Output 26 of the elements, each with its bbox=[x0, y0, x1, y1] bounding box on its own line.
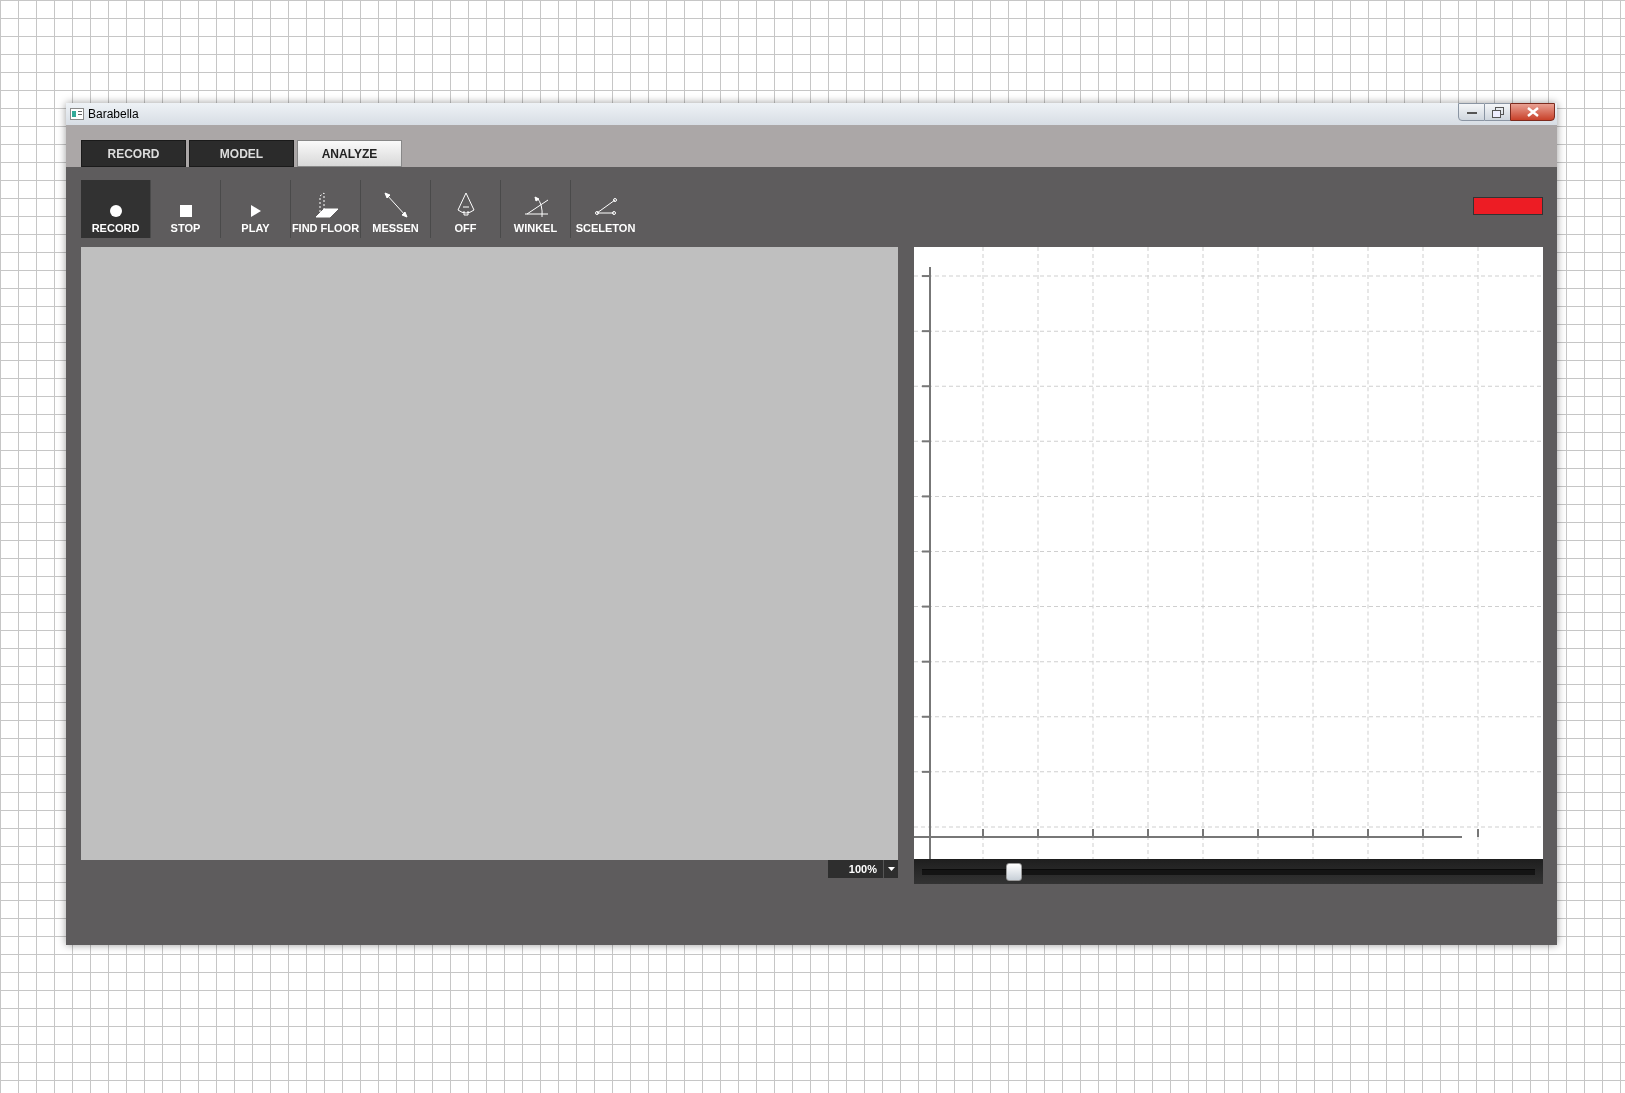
app-icon bbox=[70, 108, 84, 120]
toolbar-button[interactable]: SCELETON bbox=[571, 180, 640, 238]
zoom-dropdown[interactable]: 100% bbox=[828, 860, 898, 878]
tab[interactable]: RECORD bbox=[81, 140, 186, 167]
caret-icon bbox=[887, 867, 895, 871]
toolbar-button[interactable]: MESSEN bbox=[361, 180, 430, 238]
toolbar-button[interactable]: OFF bbox=[431, 180, 500, 238]
toolbar-button[interactable]: WINKEL bbox=[501, 180, 570, 238]
stop-icon bbox=[179, 204, 192, 217]
window-title: Barabella bbox=[88, 106, 139, 123]
play-icon bbox=[250, 204, 261, 217]
minimize-button[interactable] bbox=[1458, 103, 1485, 121]
maximize-button[interactable] bbox=[1485, 103, 1510, 121]
tab[interactable]: MODEL bbox=[189, 140, 294, 167]
minimize-icon bbox=[1466, 109, 1477, 115]
close-icon bbox=[1526, 107, 1539, 117]
restore-icon bbox=[1491, 106, 1504, 118]
status-indicator bbox=[1473, 197, 1543, 215]
timeline-handle[interactable] bbox=[1005, 862, 1022, 881]
toolbar-button[interactable]: PLAY bbox=[221, 180, 290, 238]
toolbar-button[interactable]: FIND FLOOR bbox=[291, 180, 360, 238]
toolbar-button[interactable]: STOP bbox=[151, 180, 220, 238]
close-button[interactable] bbox=[1510, 103, 1555, 121]
tab[interactable]: ANALYZE bbox=[297, 140, 402, 167]
toolbar-button[interactable]: RECORD bbox=[81, 180, 150, 238]
circle-icon bbox=[109, 204, 122, 217]
